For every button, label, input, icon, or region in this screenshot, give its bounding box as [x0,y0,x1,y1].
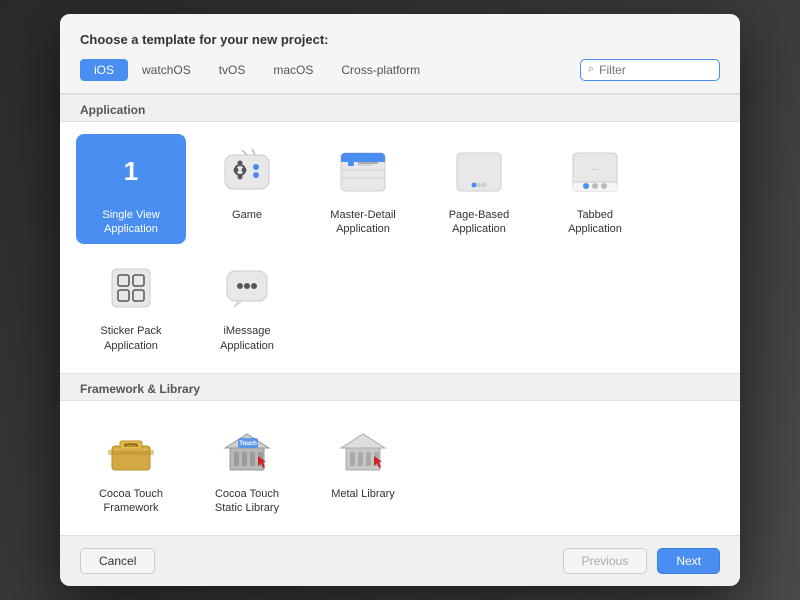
svg-text:···: ··· [591,165,599,174]
template-sticker-pack[interactable]: Sticker PackApplication [76,250,186,361]
dialog-body: Application Single ViewApplication [60,94,740,536]
template-page-based-label: Page-BasedApplication [449,208,510,237]
sticker-pack-icon-svg [104,261,158,315]
footer-right: Previous Next [563,548,720,574]
template-imessage[interactable]: iMessageApplication [192,250,302,361]
next-button[interactable]: Next [657,548,720,574]
cocoa-touch-framework-icon-svg [104,424,158,478]
filter-input[interactable] [599,63,712,77]
template-master-detail[interactable]: Master-DetailApplication [308,134,418,245]
tab-tvos[interactable]: tvOS [205,59,260,81]
template-cocoa-touch-static[interactable]: Touch Cocoa TouchStatic Library [192,413,302,524]
previous-button[interactable]: Previous [563,548,648,574]
template-page-based[interactable]: Page-BasedApplication [424,134,534,245]
template-metal-library[interactable]: Metal Library [308,413,418,524]
game-icon [217,142,277,202]
sticker-pack-icon [101,258,161,318]
tab-watchos[interactable]: watchOS [128,59,205,81]
imessage-icon-svg [220,261,274,315]
cocoa-touch-framework-icon [101,421,161,481]
template-cocoa-touch-framework[interactable]: Cocoa TouchFramework [76,413,186,524]
page-based-icon-svg [452,145,506,199]
dialog-footer: Cancel Previous Next [60,535,740,586]
template-cocoa-touch-framework-label: Cocoa TouchFramework [99,487,163,516]
dialog-title: Choose a template for your new project: [80,32,720,47]
cocoa-touch-static-icon-svg: Touch [220,424,274,478]
tab-ios[interactable]: iOS [80,59,128,81]
metal-library-icon-svg [336,424,390,478]
imessage-icon [217,258,277,318]
template-game-label: Game [232,208,262,222]
tabs: iOS watchOS tvOS macOS Cross-platform [80,59,580,81]
tabs-row: iOS watchOS tvOS macOS Cross-platform ⌕ [80,59,720,81]
dialog-header: Choose a template for your new project: … [60,14,740,94]
page-based-icon [449,142,509,202]
master-detail-icon-svg [336,145,390,199]
template-single-view[interactable]: Single ViewApplication [76,134,186,245]
search-icon: ⌕ [588,63,594,76]
tabbed-icon: ··· [565,142,625,202]
template-tabbed-label: TabbedApplication [568,208,622,237]
metal-library-icon [333,421,393,481]
application-templates-grid: Single ViewApplication [60,122,740,373]
tab-macos[interactable]: macOS [259,59,327,81]
section-label-application: Application [60,94,740,122]
template-metal-library-label: Metal Library [331,487,395,501]
framework-templates-grid: Cocoa TouchFramework [60,401,740,536]
cancel-button[interactable]: Cancel [80,548,155,574]
template-cocoa-touch-static-label: Cocoa TouchStatic Library [215,487,279,516]
svg-text:Touch: Touch [239,441,257,447]
template-game[interactable]: Game [192,134,302,245]
tab-crossplatform[interactable]: Cross-platform [327,59,434,81]
dialog: Choose a template for your new project: … [60,14,740,587]
cocoa-touch-static-icon: Touch [217,421,277,481]
single-view-icon-graphic [102,143,160,201]
master-detail-icon [333,142,393,202]
game-icon-svg [220,145,274,199]
filter-box: ⌕ [580,59,720,81]
template-single-view-label: Single ViewApplication [102,208,159,237]
template-tabbed[interactable]: ··· TabbedApplication [540,134,650,245]
template-sticker-pack-label: Sticker PackApplication [100,324,161,353]
section-label-framework: Framework & Library [60,373,740,401]
template-imessage-label: iMessageApplication [220,324,274,353]
tabbed-icon-svg: ··· [568,145,622,199]
template-master-detail-label: Master-DetailApplication [330,208,395,237]
single-view-icon [101,142,161,202]
